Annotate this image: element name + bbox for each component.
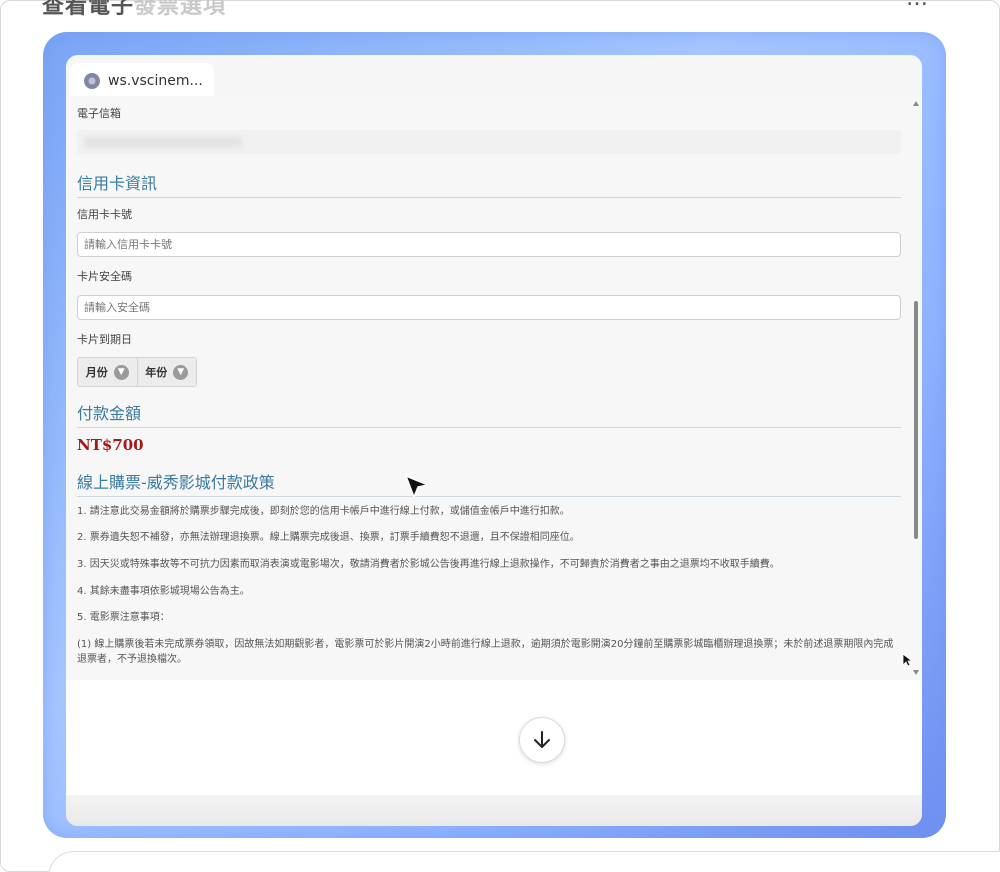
arrow-down-icon <box>534 731 550 748</box>
cvv-input[interactable]: 請輸入安全碼 <box>77 295 901 320</box>
expiry-selects: 月份 ▼ 年份 ▼ <box>77 357 197 387</box>
scroll-up-arrow-icon[interactable] <box>913 101 919 106</box>
chevron-down-icon: ▼ <box>173 364 189 380</box>
policy-item: 5. 電影票注意事項： <box>77 612 170 623</box>
browser-tab[interactable]: ws.vscinem... <box>70 63 214 98</box>
tab-label: ws.vscinem... <box>108 72 203 89</box>
card-number-input[interactable]: 請輸入信用卡卡號 <box>77 232 901 257</box>
chevron-down-icon: ▼ <box>113 364 129 380</box>
cursor-icon <box>902 653 914 667</box>
more-options-icon[interactable]: … <box>906 0 930 11</box>
card-number-label: 信用卡卡號 <box>77 208 132 221</box>
lower-bar <box>66 795 922 826</box>
credit-card-section-title: 信用卡資訊 <box>77 170 901 198</box>
page-title-faded: 發票選項 <box>134 0 227 19</box>
bottom-input-bar[interactable] <box>48 851 1000 872</box>
email-field[interactable] <box>77 130 901 154</box>
policy-item: 1. 請注意此交易金額將於購票步驟完成後，即刻於您的信用卡帳戶中進行線上付款，或… <box>77 506 570 517</box>
year-select[interactable]: 年份 ▼ <box>136 358 197 386</box>
cursor-icon <box>405 475 429 498</box>
policy-item: (1) 線上購票後若未完成票券領取，因故無法如期觀影者，電影票可於影片開演2小時… <box>77 639 894 665</box>
scroll-down-button[interactable] <box>519 717 565 763</box>
cvv-label: 卡片安全碼 <box>77 270 132 283</box>
policy-section-title: 線上購票-威秀影城付款政策 <box>77 469 901 497</box>
policy-item: 2. 票券遺失恕不補發，亦無法辦理退換票。線上購票完成後退、換票，訂票手續費恕不… <box>77 532 580 543</box>
policy-item: 4. 其餘未盡事項依影城現場公告為主。 <box>77 586 250 597</box>
amount-section-title: 付款金額 <box>77 400 901 428</box>
browser-window: ws.vscinem... 電子信箱 信用卡資訊 信用卡卡號 請輸入信用卡卡號 … <box>66 55 922 826</box>
year-select-label: 年份 <box>145 366 168 379</box>
scrollbar-thumb[interactable] <box>914 301 918 539</box>
policy-item: 3. 因天災或特殊事故等不可抗力因素而取消表演或電影場次，敬請消費者於影城公告後… <box>77 559 780 570</box>
month-select[interactable]: 月份 ▼ <box>78 358 137 386</box>
scrollbar[interactable] <box>911 96 921 680</box>
scroll-down-arrow-icon[interactable] <box>913 670 919 675</box>
email-label: 電子信箱 <box>77 107 121 120</box>
payment-form: 電子信箱 信用卡資訊 信用卡卡號 請輸入信用卡卡號 卡片安全碼 請輸入安全碼 卡… <box>66 96 922 680</box>
month-select-label: 月份 <box>85 366 108 379</box>
page-title: 查看電子發票選項 <box>42 0 226 20</box>
expiry-label: 卡片到期日 <box>77 333 132 346</box>
amount-value: NT$700 <box>77 436 144 454</box>
page-title-main: 查看電子 <box>42 0 135 19</box>
globe-icon <box>84 72 100 89</box>
